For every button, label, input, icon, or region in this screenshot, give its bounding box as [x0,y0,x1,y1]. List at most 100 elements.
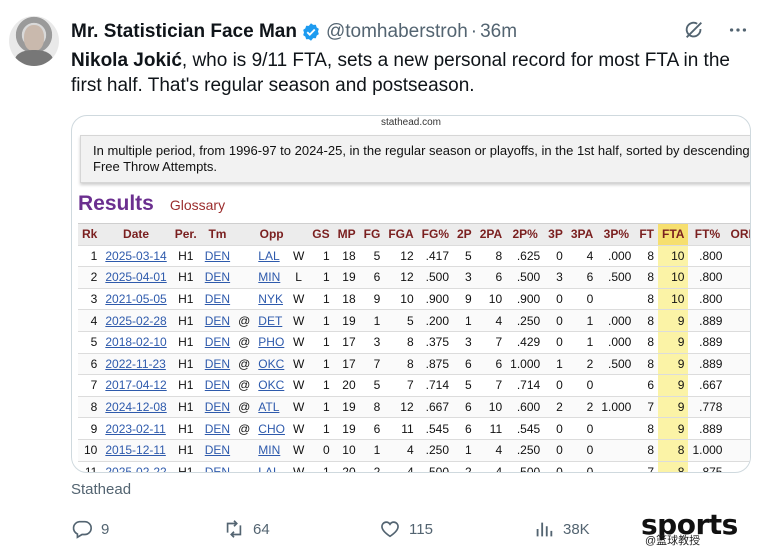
more-icon[interactable] [727,19,749,41]
repost-button[interactable]: 64 [223,518,270,540]
table-cell[interactable]: DEN [200,461,235,472]
column-header[interactable]: FG [359,223,385,246]
table-cell[interactable]: DEN [200,374,235,397]
column-header[interactable]: ORB [726,223,750,246]
table-cell: 1.000 [506,353,545,376]
table-cell: 10 [658,288,689,311]
table-cell[interactable]: DEN [200,353,235,376]
table-cell: .889 [688,353,727,376]
column-header[interactable]: Opp [254,223,289,246]
table-cell: 1 [308,309,334,332]
table-cell[interactable]: PHO [254,331,289,354]
table-cell: 9 [658,396,689,419]
table-cell[interactable]: ATL [254,396,289,419]
table-cell[interactable]: 2023-02-11 [101,417,171,440]
table-cell[interactable]: NYK [254,288,289,311]
grok-icon[interactable] [683,19,705,41]
table-cell[interactable]: 2025-03-14 [101,245,171,268]
column-header[interactable] [234,223,255,246]
table-cell[interactable]: DEN [200,331,235,354]
table-cell: 8 [384,353,418,376]
table-cell: .714 [417,374,453,397]
table-cell: 1 [726,245,750,268]
media-card[interactable]: stathead.com In multiple period, from 19… [71,115,751,473]
table-cell[interactable]: 2015-12-11 [101,439,171,462]
like-button[interactable]: 115 [379,518,433,540]
table-cell[interactable]: DEN [200,245,235,268]
author-avatar[interactable] [9,16,59,66]
table-cell: 0 [544,461,567,472]
table-cell[interactable]: DET [254,309,289,332]
column-header[interactable]: Rk [78,223,102,246]
column-header[interactable]: FGA [384,223,418,246]
column-header[interactable]: 2P% [506,223,545,246]
reply-button[interactable]: 9 [71,518,109,540]
table-cell[interactable]: CHO [254,417,289,440]
column-header[interactable]: FT [635,223,659,246]
table-cell: 6 [475,266,507,289]
table-cell: L [288,266,309,289]
table-cell[interactable]: DEN [200,266,235,289]
column-header[interactable]: 2P [453,223,476,246]
table-cell[interactable]: OKC [254,374,289,397]
table-cell: 6 [453,353,476,376]
table-cell: W [288,353,309,376]
table-cell: 9 [658,309,689,332]
column-header[interactable]: Date [101,223,171,246]
column-header[interactable]: 3P% [597,223,636,246]
table-cell: W [288,374,309,397]
table-cell[interactable]: DEN [200,309,235,332]
table-cell: 6 [475,353,507,376]
column-header[interactable]: FG% [417,223,453,246]
table-cell: 19 [333,309,360,332]
table-cell: 0 [726,396,750,419]
column-header[interactable]: 3P [544,223,567,246]
table-cell: 1 [726,374,750,397]
table-cell[interactable]: DEN [200,439,235,462]
table-cell[interactable]: 2025-02-22 [101,461,171,472]
table-cell[interactable]: LAL [254,245,289,268]
table-cell[interactable]: DEN [200,417,235,440]
stats-table: Rk Date Per. Tm Opp GS MP FG FGA FG% 2P 2PA 2P% 3P 3PA… [78,223,750,472]
table-cell: 10 [658,245,689,268]
table-cell: 8 [635,417,659,440]
column-header[interactable]: GS [308,223,334,246]
table-cell: H1 [170,288,201,311]
table-cell[interactable]: 2021-05-05 [101,288,171,311]
reply-icon [72,520,92,539]
column-header[interactable]: Per. [170,223,201,246]
table-cell: 9 [658,331,689,354]
table-cell[interactable]: 2025-04-01 [101,266,171,289]
table-cell: .900 [506,288,545,311]
table-cell[interactable]: DEN [200,396,235,419]
table-cell[interactable]: MIN [254,266,289,289]
table-cell[interactable]: MIN [254,439,289,462]
column-header[interactable] [288,223,309,246]
table-cell[interactable]: OKC [254,353,289,376]
card-source[interactable]: Stathead [71,481,131,498]
table-cell[interactable]: 2024-12-08 [101,396,171,419]
table-cell[interactable]: DEN [200,288,235,311]
glossary-link[interactable]: Glossary [170,197,225,213]
table-cell: 0 [544,331,567,354]
table-cell[interactable]: LAL [254,461,289,472]
column-header[interactable]: FT% [688,223,727,246]
table-cell[interactable]: 2018-02-10 [101,331,171,354]
table-cell: @ [234,309,255,332]
views-button[interactable]: 38K [533,518,590,540]
column-header[interactable]: 2PA [475,223,507,246]
table-row: 4 2025-02-28 H1 DEN @ DET W 1 19 1 5.200 1 4.250 0 1.0… [78,309,750,332]
table-cell[interactable]: 2017-04-12 [101,374,171,397]
post-time[interactable]: 36m [480,21,517,43]
column-header[interactable]: 3PA [566,223,598,246]
table-cell[interactable]: 2025-02-28 [101,309,171,332]
table-row: 7 2017-04-12 H1 DEN @ OKC W 1 20 5 7.714 5 7.714 0 0 6 9… [78,374,750,397]
column-header[interactable]: Tm [200,223,235,246]
author-name[interactable]: Mr. Statistician Face Man [71,21,297,43]
author-handle[interactable]: @tomhaberstroh [326,21,468,43]
table-cell: .500 [417,266,453,289]
table-cell[interactable]: 2022-11-23 [101,353,171,376]
column-header[interactable]: FTA [658,223,689,246]
table-cell: .250 [506,439,545,462]
column-header[interactable]: MP [333,223,360,246]
